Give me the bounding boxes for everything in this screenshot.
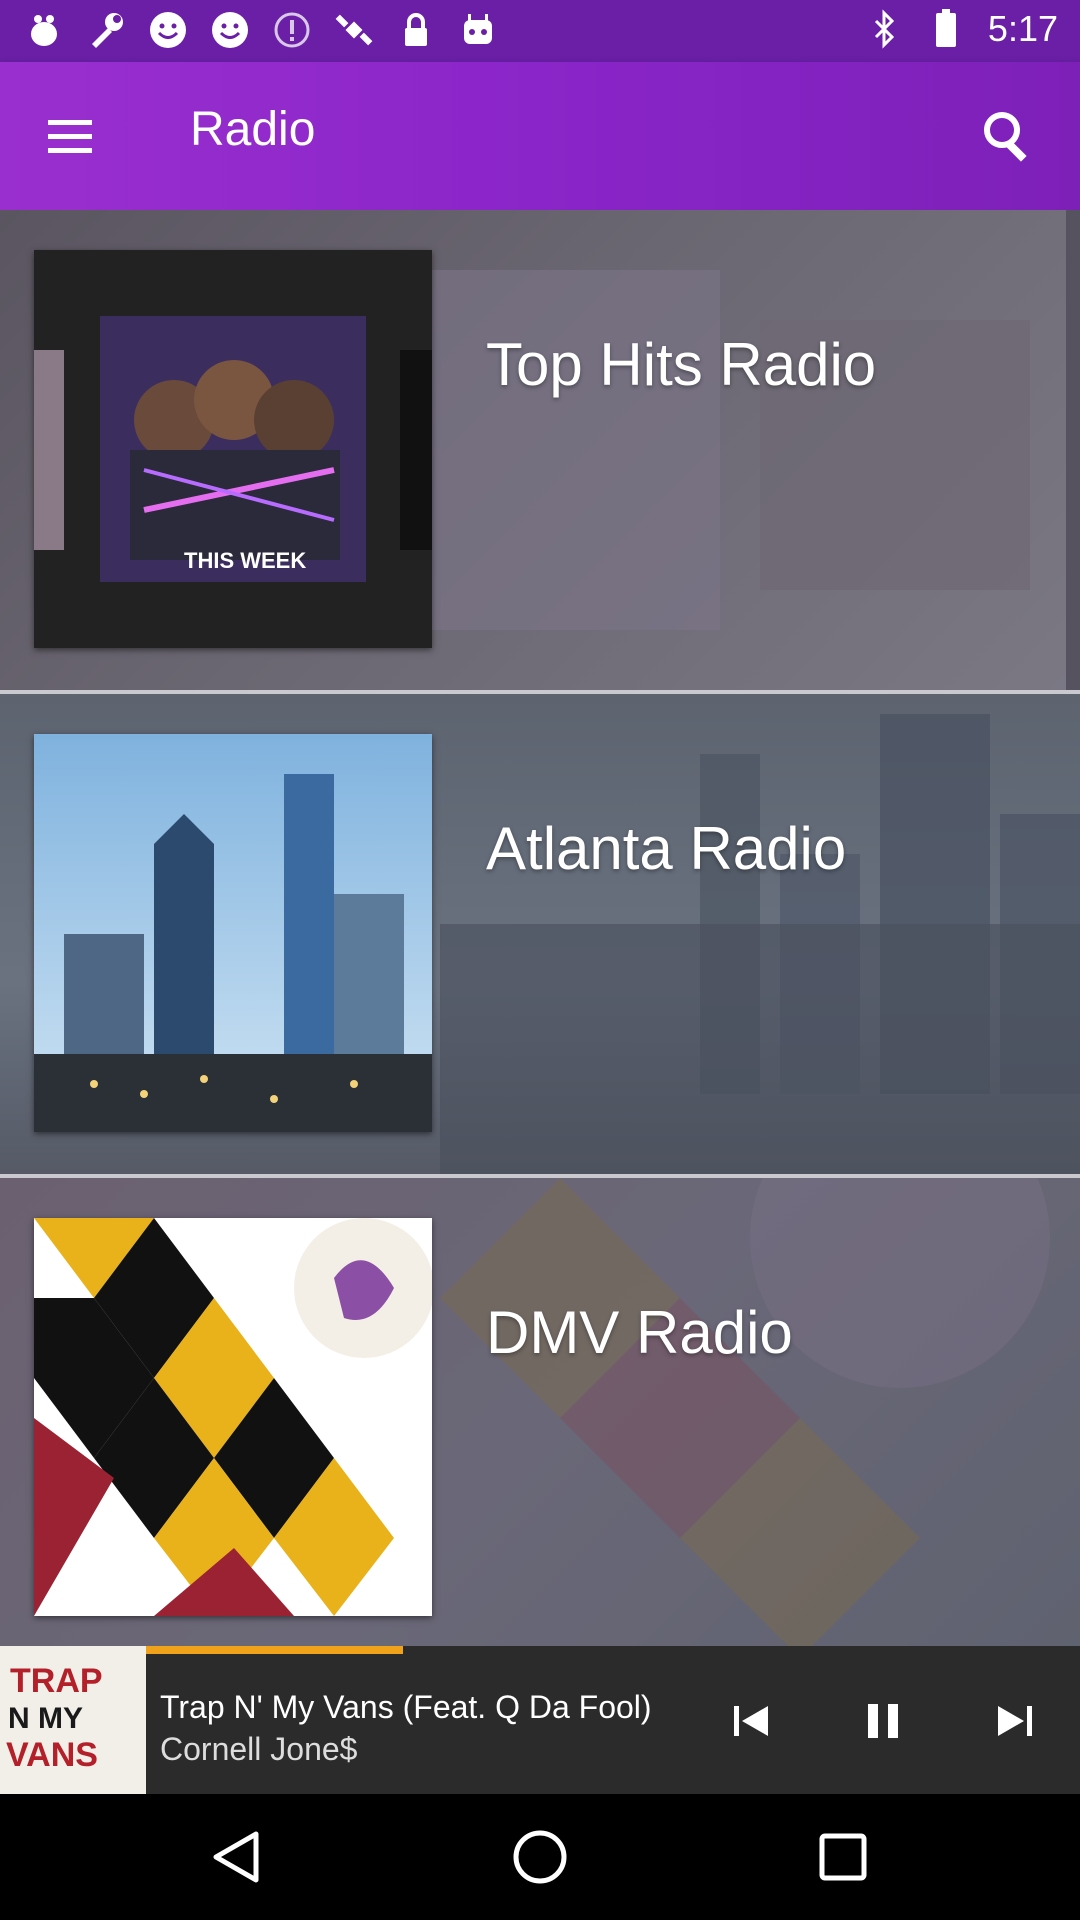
station-name: DMV Radio [486,1299,793,1366]
home-icon[interactable] [505,1822,575,1892]
bug-icon [24,10,64,50]
playback-progress-fill [146,1646,403,1654]
now-playing-bar[interactable]: TRAP N MY VANS Trap N' My Vans (Feat. Q … [0,1646,1080,1794]
now-playing-artist: Cornell Jone$ [160,1731,358,1767]
bluetooth-icon [864,9,904,49]
skip-previous-icon[interactable] [716,1686,786,1756]
alert-icon [272,10,312,50]
station-card-dmv[interactable]: DMV Radio [0,1178,1080,1658]
now-playing-text: Trap N' My Vans (Feat. Q Da Fool) Cornel… [160,1686,680,1770]
search-icon[interactable] [976,104,1040,168]
system-nav-bar [0,1794,1080,1920]
status-bar: 5:17 [0,0,1080,62]
status-icons-left [24,10,498,50]
svg-text:THIS WEEK: THIS WEEK [184,548,306,573]
station-card-top-hits[interactable]: THIS WEEK Top Hits Radio [0,210,1080,690]
maryland-flag-thumbnail [34,1218,432,1616]
svg-text:TRAP: TRAP [10,1662,103,1700]
station-card-atlanta[interactable]: Atlanta Radio [0,694,1080,1174]
lock-icon [396,10,436,50]
smiley-icon [210,10,250,50]
pause-icon[interactable] [848,1686,918,1756]
satellite-icon [334,10,374,50]
app-bar: Radio [0,62,1080,210]
page-title: Radio [190,103,316,156]
album-cover-thumbnail: THIS WEEK [34,250,432,648]
menu-icon[interactable] [38,106,102,166]
station-name: Top Hits Radio [486,331,877,398]
back-icon[interactable] [202,1822,272,1892]
smiley-icon [148,10,188,50]
recents-icon[interactable] [808,1822,878,1892]
wrench-icon [86,10,126,50]
status-icons-right: 5:17 [864,8,1058,50]
now-playing-title: Trap N' My Vans (Feat. Q Da Fool) [160,1689,652,1725]
robot-icon [458,10,498,50]
city-skyline-thumbnail [34,734,432,1132]
status-time: 5:17 [987,8,1058,49]
svg-text:VANS: VANS [6,1736,98,1774]
svg-text:N MY: N MY [8,1702,83,1735]
station-name: Atlanta Radio [486,815,847,882]
now-playing-album-art: TRAP N MY VANS [0,1646,146,1794]
skip-next-icon[interactable] [980,1686,1050,1756]
station-list: THIS WEEK Top Hits Radio Atlanta Radio D… [0,210,1080,1658]
battery-icon [926,9,966,49]
